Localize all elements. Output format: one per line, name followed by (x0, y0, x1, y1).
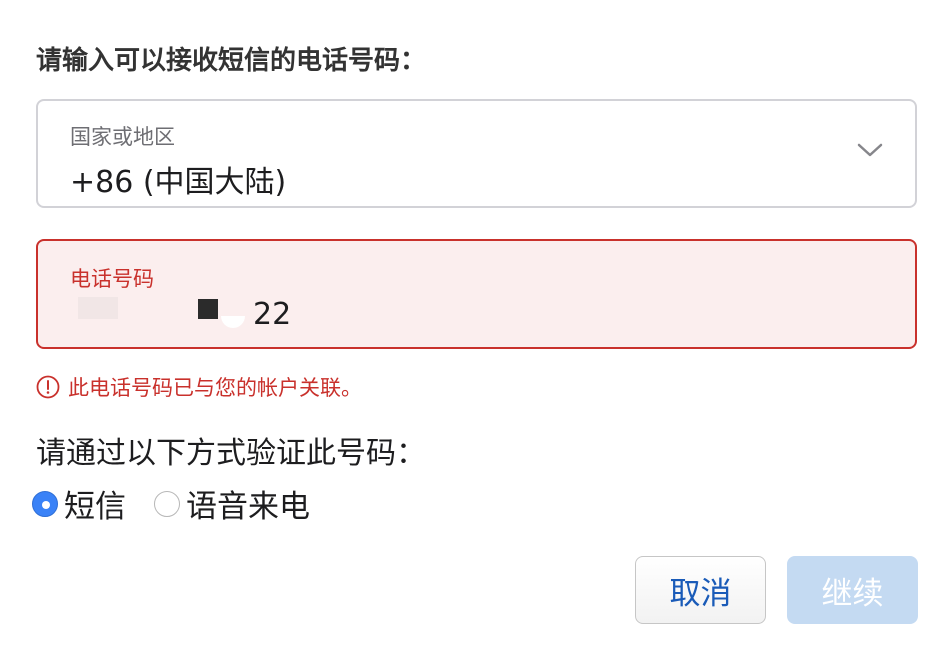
redaction-block (78, 297, 118, 319)
cancel-button[interactable]: 取消 (635, 556, 766, 624)
page-title: 请输入可以接收短信的电话号码： (36, 46, 427, 76)
country-value: +86 (中国大陆) (70, 165, 287, 200)
radio-unselected-icon (154, 490, 180, 517)
exclamation-circle-icon (36, 375, 60, 399)
phone-number-field[interactable]: 电话号码 22 (36, 239, 917, 349)
phone-value: 22 (253, 297, 292, 332)
radio-voice-label: 语音来电 (186, 489, 310, 525)
verify-method-group: 短信 语音来电 (32, 481, 338, 526)
radio-selected-icon (32, 490, 58, 517)
country-select[interactable]: 国家或地区 +86 (中国大陆) (36, 99, 917, 208)
radio-sms[interactable]: 短信 (32, 481, 126, 526)
continue-button[interactable]: 继续 (787, 556, 918, 624)
error-text: 此电话号码已与您的帐户关联。 (68, 376, 362, 400)
phone-label: 电话号码 (70, 267, 154, 291)
verify-phone-dialog: 请输入可以接收短信的电话号码： 国家或地区 +86 (中国大陆) 电话号码 22… (0, 0, 950, 664)
radio-voice-call[interactable]: 语音来电 (154, 481, 310, 526)
country-label: 国家或地区 (70, 125, 175, 149)
redaction-block (198, 299, 218, 319)
chevron-down-icon (857, 143, 883, 157)
error-message: 此电话号码已与您的帐户关联。 (36, 372, 362, 402)
verify-method-label: 请通过以下方式验证此号码： (36, 436, 426, 471)
radio-sms-label: 短信 (64, 489, 126, 525)
redaction-block (221, 316, 245, 328)
